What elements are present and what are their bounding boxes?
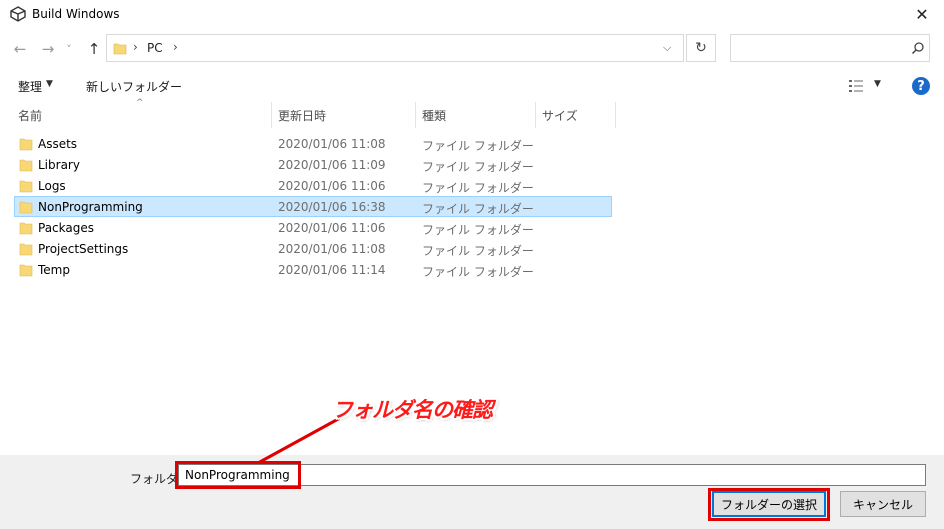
column-headers: ^ 名前 更新日時 種類 サイズ	[0, 98, 944, 128]
file-modified: 2020/01/06 11:06	[278, 179, 386, 193]
file-modified: 2020/01/06 11:08	[278, 137, 386, 151]
folder-icon	[113, 43, 127, 55]
folder-icon	[19, 159, 33, 172]
details-view-icon[interactable]	[848, 79, 864, 93]
file-name: NonProgramming	[38, 200, 143, 214]
annotation-highlight-button	[708, 488, 830, 521]
search-input[interactable]	[730, 34, 930, 62]
refresh-icon: ↻	[695, 40, 707, 56]
file-name: Temp	[38, 263, 70, 277]
file-modified: 2020/01/06 11:06	[278, 221, 386, 235]
file-name: Logs	[38, 179, 66, 193]
help-icon: ?	[917, 78, 925, 94]
address-dropdown-icon[interactable]: ⌵	[663, 41, 671, 55]
column-modified[interactable]: 更新日時	[278, 107, 326, 124]
file-name: Assets	[38, 137, 78, 151]
close-icon: ✕	[915, 4, 929, 24]
breadcrumb-pc[interactable]: PC	[147, 41, 163, 55]
annotation-highlight-input	[175, 461, 301, 489]
new-folder-button[interactable]: 新しいフォルダー	[86, 78, 182, 95]
folder-icon	[19, 138, 33, 151]
column-type[interactable]: 種類	[422, 107, 446, 124]
back-button[interactable]: ←	[10, 40, 30, 58]
file-name: Library	[38, 158, 80, 172]
title-bar: Build Windows ✕	[0, 0, 944, 28]
chevron-down-icon: ˅	[66, 42, 72, 56]
column-divider[interactable]	[535, 102, 536, 128]
column-size[interactable]: サイズ	[542, 107, 578, 124]
file-name: Packages	[38, 221, 94, 235]
organize-button[interactable]: 整理	[18, 78, 42, 95]
breadcrumb-separator[interactable]: ›	[173, 40, 178, 54]
help-button[interactable]: ?	[912, 77, 930, 95]
arrow-right-icon: →	[41, 40, 55, 58]
file-name: ProjectSettings	[38, 242, 129, 256]
file-type: ファイル フォルダー	[422, 244, 534, 258]
folder-icon	[19, 222, 33, 235]
file-row[interactable]: Logs 2020/01/06 11:06 ファイル フォルダー	[14, 176, 612, 196]
file-row[interactable]: ProjectSettings 2020/01/06 11:08 ファイル フォ…	[14, 239, 612, 259]
file-type: ファイル フォルダー	[422, 265, 534, 279]
file-modified: 2020/01/06 16:38	[278, 200, 386, 214]
file-row-selected[interactable]: NonProgramming 2020/01/06 16:38 ファイル フォル…	[14, 196, 612, 217]
folder-icon	[19, 180, 33, 193]
column-divider[interactable]	[271, 102, 272, 128]
file-modified: 2020/01/06 11:08	[278, 242, 386, 256]
refresh-button[interactable]: ↻	[686, 34, 716, 62]
file-modified: 2020/01/06 11:09	[278, 158, 386, 172]
cancel-button[interactable]: キャンセル	[840, 491, 926, 517]
file-type: ファイル フォルダー	[422, 202, 534, 216]
file-row[interactable]: Assets 2020/01/06 11:08 ファイル フォルダー	[14, 134, 612, 154]
folder-icon	[19, 264, 33, 277]
sort-ascending-icon: ^	[136, 98, 144, 108]
unity-logo-icon	[10, 6, 26, 22]
file-row[interactable]: Temp 2020/01/06 11:14 ファイル フォルダー	[14, 260, 612, 280]
file-type: ファイル フォルダー	[422, 160, 534, 174]
close-button[interactable]: ✕	[900, 0, 944, 28]
search-icon	[911, 42, 924, 55]
arrow-up-icon: ↑	[87, 40, 101, 58]
forward-button[interactable]: →	[38, 40, 58, 58]
annotation-label: フォルダ名の確認	[332, 398, 493, 422]
arrow-left-icon: ←	[13, 40, 27, 58]
window-title: Build Windows	[32, 7, 120, 21]
recent-locations-button[interactable]: ˅	[62, 40, 76, 58]
column-divider[interactable]	[415, 102, 416, 128]
file-row[interactable]: Library 2020/01/06 11:09 ファイル フォルダー	[14, 155, 612, 175]
file-type: ファイル フォルダー	[422, 139, 534, 153]
address-bar[interactable]: › PC › ⌵	[106, 34, 684, 62]
caret-down-icon[interactable]: ▼	[874, 79, 881, 89]
file-modified: 2020/01/06 11:14	[278, 263, 386, 277]
caret-down-icon[interactable]: ▼	[46, 79, 53, 89]
file-type: ファイル フォルダー	[422, 223, 534, 237]
breadcrumb-separator[interactable]: ›	[133, 40, 138, 54]
column-divider[interactable]	[615, 102, 616, 128]
up-button[interactable]: ↑	[84, 40, 104, 58]
folder-icon	[19, 243, 33, 256]
file-type: ファイル フォルダー	[422, 181, 534, 195]
folder-icon	[19, 201, 33, 214]
file-row[interactable]: Packages 2020/01/06 11:06 ファイル フォルダー	[14, 218, 612, 238]
column-name[interactable]: 名前	[18, 107, 42, 124]
